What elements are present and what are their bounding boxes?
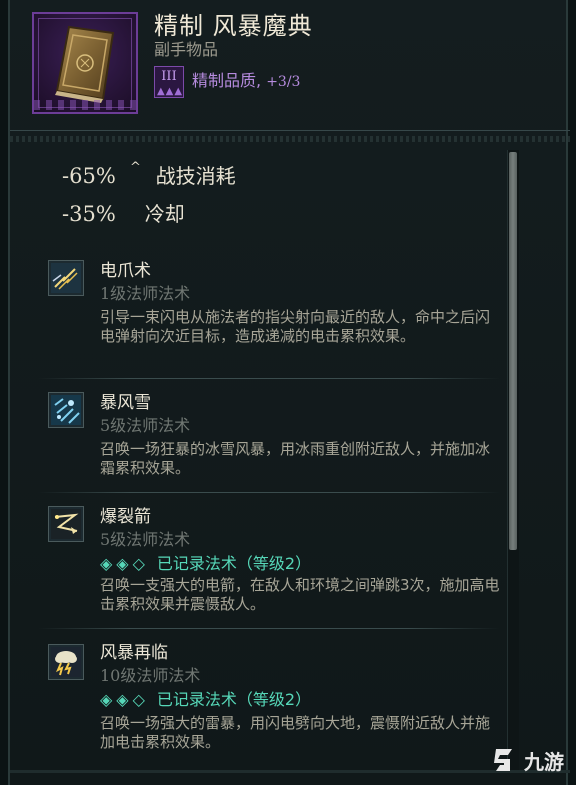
spell-level: 5级法师法术 <box>100 416 191 435</box>
spell-rank-diamonds: ◈◈◇ <box>100 554 149 573</box>
spell-name: 爆裂箭 <box>100 507 151 527</box>
spell-entry[interactable]: 电爪术 1级法师法术 引导一束闪电从施法者的指尖射向最近的敌人，命中之后闪电弹射… <box>38 250 510 376</box>
spell-entry[interactable]: 爆裂箭 5级法师法术 ◈◈◇ 已记录法术（等级2） 召唤一支强大的电箭，在敌人和环… <box>38 496 510 626</box>
spell-entry[interactable]: 暴风雪 5级法师法术 召唤一场狂暴的冰雪风暴，用冰雨重创附近敌人，并施加冰霜累积… <box>38 384 510 492</box>
recorded-spell-label: 已记录法术（等级2） <box>156 554 312 573</box>
spell-entry[interactable]: 风暴再临 10级法师法术 ◈◈◇ 已记录法术（等级2） 召唤一场强大的雷暴，用闪电… <box>38 632 510 768</box>
spell-description: 召唤一场狂暴的冰雪风暴，用冰雨重创附近敌人，并施加冰霜累积效果。 <box>100 440 491 477</box>
header-divider <box>10 130 570 131</box>
recorded-spell-status: ◈◈◇ 已记录法术（等级2） <box>100 550 311 574</box>
item-portrait <box>32 12 138 114</box>
spell-level: 1级法师法术 <box>100 284 191 303</box>
spell-name: 风暴再临 <box>100 643 168 663</box>
recorded-spell-label: 已记录法术（等级2） <box>156 690 312 709</box>
stat-value: -65% <box>62 164 116 188</box>
stat-label: 战技消耗 <box>155 164 236 188</box>
scrollbar-thumb[interactable] <box>509 152 517 550</box>
spell-description: 召唤一场强大的雷暴，用闪电劈向大地，震慑附近敌人并施加电击累积效果。 <box>100 714 491 751</box>
spell-description: 召唤一支强大的电箭，在敌人和环境之间弹跳3次，施加高电击累积效果并震慑敌人。 <box>100 576 500 613</box>
watermark-text: 九游 <box>524 749 564 774</box>
bottom-border <box>10 770 570 773</box>
quality-value: +3/3 <box>266 74 301 90</box>
lightning-claw-icon <box>48 260 84 296</box>
watermark: 九游 <box>490 745 564 775</box>
spell-divider <box>38 378 500 379</box>
spell-divider <box>38 628 500 629</box>
quality-dots: ▲▲▲ <box>156 86 184 97</box>
spell-name: 电爪术 <box>100 261 151 281</box>
header-decoration <box>10 136 570 142</box>
stat-label: 冷却 <box>144 202 185 226</box>
spell-description: 引导一束闪电从施法者的指尖射向最近的敌人，命中之后闪电弹射向次近目标，造成递减的… <box>100 308 491 345</box>
item-type: 副手物品 <box>154 40 219 59</box>
quality-label: 精制品质, <box>192 71 262 90</box>
item-header: 精制 风暴魔典 副手物品 III ▲▲▲ 精制品质, +3/3 <box>10 0 570 128</box>
item-tooltip: 精制 风暴魔典 副手物品 III ▲▲▲ 精制品质, +3/3 -65% ^ 战技… <box>8 0 570 785</box>
grimoire-book-icon <box>55 25 115 103</box>
chain-arrow-icon <box>48 506 84 542</box>
spell-level: 5级法师法术 <box>100 530 191 549</box>
jiuyou-logo-icon <box>490 745 520 775</box>
spell-level: 10级法师法术 <box>100 666 201 685</box>
storm-cloud-icon <box>48 644 84 680</box>
stat-row: -35% 冷却 <box>62 198 185 227</box>
spell-name: 暴风雪 <box>100 393 151 413</box>
quality-text: 精制品质, +3/3 <box>192 67 300 91</box>
spell-rank-diamonds: ◈◈◇ <box>100 690 149 709</box>
stat-row: -65% ^ 战技消耗 <box>62 160 236 189</box>
blizzard-icon <box>48 392 84 428</box>
stat-value: -35% <box>62 202 116 226</box>
spell-divider <box>38 492 500 493</box>
stat-caret: ^ <box>130 160 141 175</box>
recorded-spell-status: ◈◈◇ 已记录法术（等级2） <box>100 686 311 710</box>
